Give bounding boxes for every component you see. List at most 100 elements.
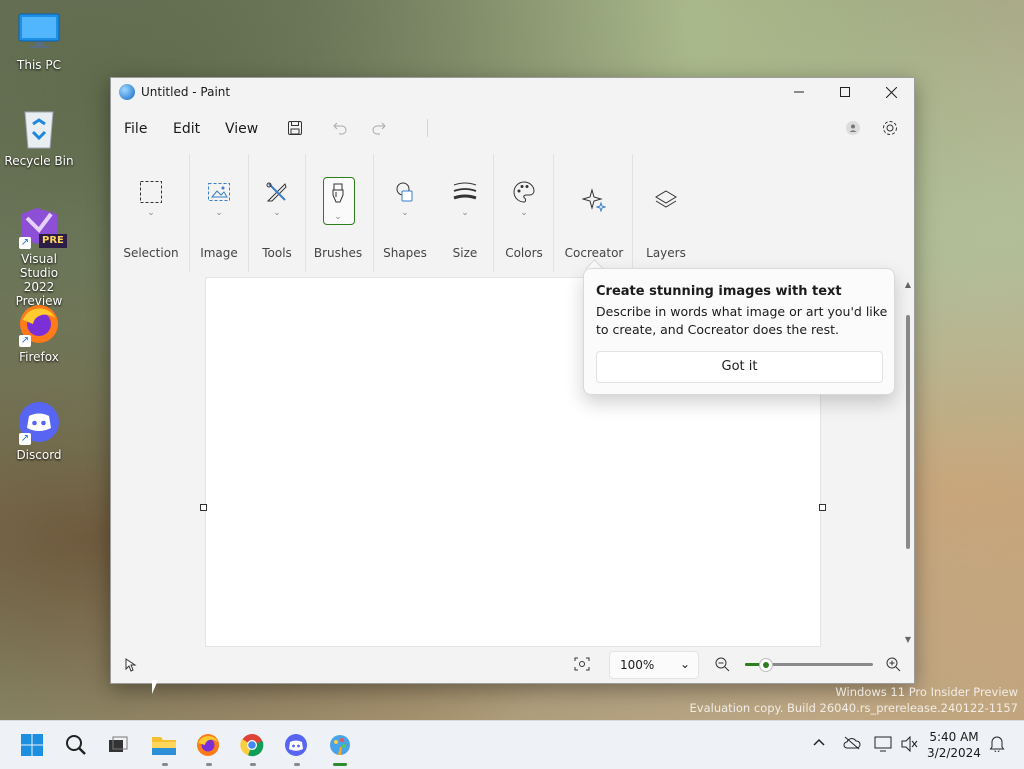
discord-icon: ↗ — [17, 400, 61, 445]
clock-time: 5:40 AM — [929, 730, 979, 744]
ribbon-label: Colors — [505, 246, 543, 260]
running-indicator — [250, 763, 256, 766]
chevron-down-icon[interactable]: ⌄ — [272, 209, 282, 218]
discord-taskbar-button[interactable] — [282, 731, 310, 759]
active-app-indicator — [333, 763, 347, 766]
maximize-button[interactable] — [822, 78, 868, 106]
desktop-icon-firefox[interactable]: ↗ Firefox — [4, 302, 74, 364]
menu-edit[interactable]: Edit — [173, 121, 200, 137]
ribbon-group-selection[interactable]: ⌄ Selection — [119, 151, 183, 271]
chevron-down-icon[interactable]: ⌄ — [460, 209, 470, 218]
ribbon-group-colors[interactable]: ⌄ Colors — [497, 151, 551, 271]
task-view-icon — [109, 736, 128, 752]
chevron-down-icon[interactable]: ⌄ — [333, 213, 343, 222]
resize-handle-left[interactable] — [200, 504, 207, 511]
desktop-icon-recycle-bin[interactable]: Recycle Bin — [4, 106, 74, 168]
ribbon-group-image[interactable]: ⌄ Image — [191, 151, 247, 271]
selection-icon — [138, 179, 164, 205]
clock[interactable]: 5:40 AM 3/2/2024 — [924, 729, 984, 761]
shapes-icon — [392, 179, 418, 205]
notifications-button[interactable] — [989, 735, 1005, 756]
pointer-position-icon — [125, 658, 137, 675]
desktop-icon-label: This PC — [17, 58, 61, 72]
zoom-slider-thumb[interactable] — [759, 658, 774, 672]
network-icon — [874, 736, 892, 752]
fit-to-window-button[interactable] — [574, 657, 590, 674]
ribbon-group-size[interactable]: ⌄ Size — [441, 151, 489, 271]
teaching-tip-body: Describe in words what image or art you'… — [596, 304, 888, 337]
redo-button[interactable] — [366, 116, 392, 140]
ribbon-divider — [553, 154, 554, 272]
got-it-button[interactable]: Got it — [596, 351, 883, 383]
ribbon-label: Brushes — [313, 246, 363, 260]
chevron-up-icon — [813, 738, 825, 746]
file-explorer-button[interactable] — [150, 731, 178, 759]
mouse-cursor — [152, 680, 164, 694]
save-icon — [288, 121, 302, 135]
zoom-dropdown[interactable]: 100% ⌄ — [609, 651, 699, 679]
zoom-in-button[interactable] — [886, 657, 901, 675]
start-button[interactable] — [18, 731, 46, 759]
paint-taskbar-button[interactable] — [326, 731, 354, 759]
chevron-down-icon[interactable]: ⌄ — [400, 209, 410, 218]
shortcut-arrow-icon: ↗ — [19, 237, 31, 249]
chevron-down-icon[interactable]: ⌄ — [214, 209, 224, 218]
firefox-icon — [197, 734, 219, 756]
chrome-taskbar-button[interactable] — [238, 731, 266, 759]
network-button[interactable] — [874, 736, 892, 756]
scrollbar-thumb[interactable] — [906, 315, 910, 549]
desktop-icon-this-pc[interactable]: This PC — [4, 10, 74, 72]
desktop-icon-visual-studio[interactable]: PRE ↗ Visual Studio 2022 Preview — [4, 204, 74, 308]
account-button[interactable] — [840, 116, 866, 140]
save-button[interactable] — [282, 116, 308, 140]
desktop-icon-label: Firefox — [19, 350, 59, 364]
minimize-button[interactable] — [776, 78, 822, 106]
image-icon — [206, 179, 232, 205]
shortcut-arrow-icon: ↗ — [19, 433, 31, 445]
chevron-down-icon[interactable]: ⌄ — [146, 209, 156, 218]
clock-date: 3/2/2024 — [927, 746, 981, 760]
undo-button[interactable] — [327, 116, 353, 140]
zoom-in-icon — [886, 657, 901, 672]
ribbon-group-tools[interactable]: ⌄ Tools — [250, 151, 304, 271]
show-hidden-icons-button[interactable] — [812, 735, 826, 751]
resize-handle-right[interactable] — [819, 504, 826, 511]
zoom-slider[interactable] — [745, 658, 873, 672]
settings-button[interactable] — [877, 116, 903, 140]
ribbon-group-shapes[interactable]: ⌄ Shapes — [375, 151, 435, 271]
onedrive-button[interactable] — [843, 736, 861, 754]
discord-icon — [285, 734, 307, 756]
menu-divider — [427, 119, 428, 137]
search-button[interactable] — [62, 731, 90, 759]
menu-bar: File Edit View — [111, 111, 914, 145]
chevron-down-icon[interactable]: ⌄ — [519, 209, 529, 218]
redo-icon — [372, 122, 386, 135]
paint-app-icon — [119, 84, 135, 100]
firefox-taskbar-button[interactable] — [194, 731, 222, 759]
task-view-button[interactable] — [104, 731, 132, 759]
ribbon-group-layers[interactable]: Layers — [635, 151, 697, 271]
ribbon-group-cocreator[interactable]: Cocreator — [559, 151, 629, 271]
ribbon-divider — [189, 154, 190, 272]
ribbon-label: Selection — [123, 246, 179, 260]
desktop-icon-discord[interactable]: ↗ Discord — [4, 400, 74, 462]
minimize-icon — [794, 91, 804, 93]
menu-file[interactable]: File — [124, 121, 147, 137]
shortcut-arrow-icon: ↗ — [19, 335, 31, 347]
scroll-up-icon[interactable]: ▲ — [904, 281, 912, 289]
zoom-out-icon — [715, 657, 730, 672]
zoom-out-button[interactable] — [715, 657, 730, 675]
desktop-icon-label: Discord — [16, 448, 62, 462]
scroll-down-icon[interactable]: ▼ — [904, 636, 912, 644]
ribbon-divider — [373, 154, 374, 272]
vertical-scrollbar[interactable]: ▲ ▼ — [904, 281, 912, 644]
taskbar: 5:40 AM 3/2/2024 — [0, 720, 1024, 769]
menu-view[interactable]: View — [225, 121, 258, 137]
close-button[interactable] — [868, 78, 914, 106]
volume-button[interactable] — [901, 735, 919, 756]
pre-badge: PRE — [39, 234, 67, 248]
account-icon — [846, 121, 860, 135]
title-bar[interactable]: Untitled - Paint — [111, 78, 914, 106]
running-indicator — [294, 763, 300, 766]
ribbon-group-brushes[interactable]: ⌄ Brushes — [307, 151, 369, 271]
